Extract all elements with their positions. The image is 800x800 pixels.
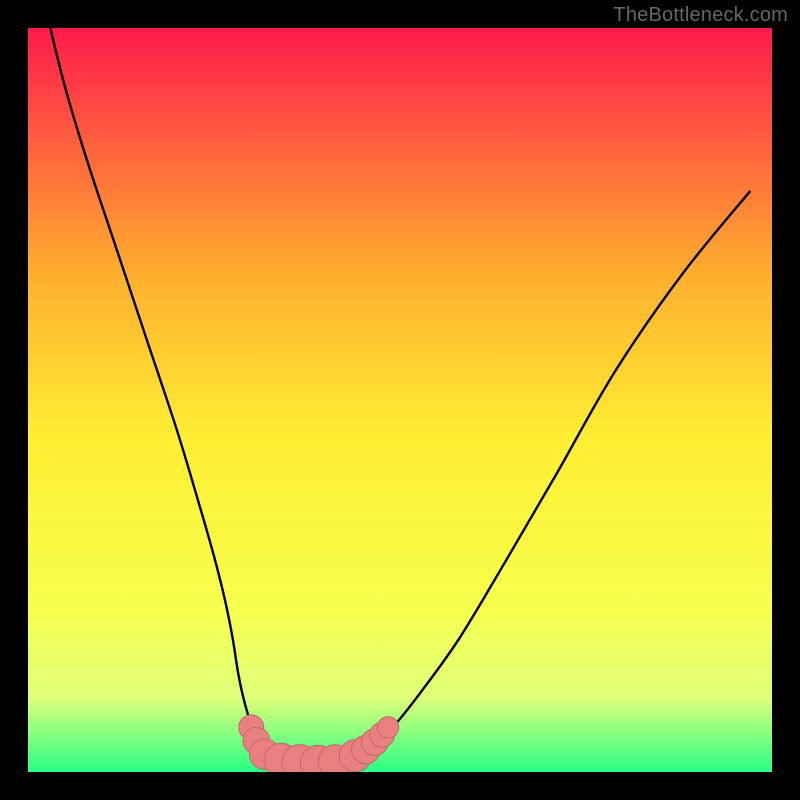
bottleneck-chart [0,0,800,800]
chart-stage: TheBottleneck.com [0,0,800,800]
watermark-text: TheBottleneck.com [613,4,788,27]
data-marker [377,717,398,738]
plot-background [28,28,772,772]
